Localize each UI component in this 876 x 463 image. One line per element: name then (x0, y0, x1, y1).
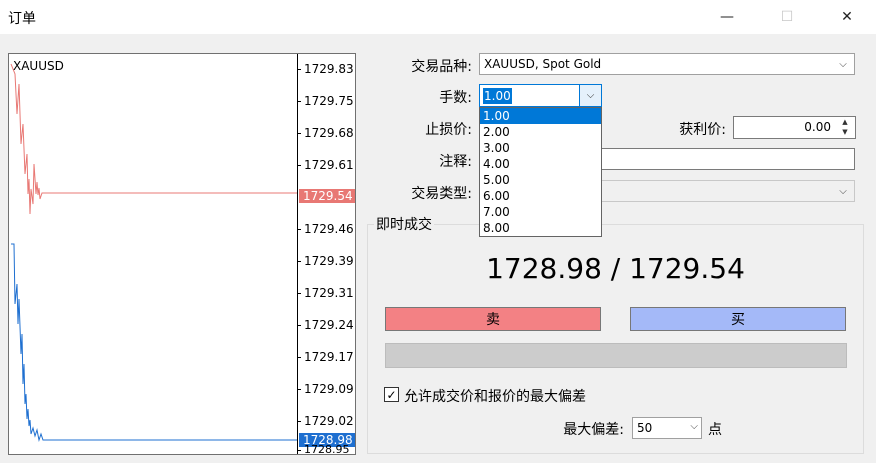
price-tick: 1729.02 (297, 414, 354, 428)
price-tick: 1729.83 (297, 62, 354, 76)
check-icon: ✓ (386, 387, 397, 402)
stop-loss-label: 止损价: (425, 122, 472, 138)
max-deviation-select[interactable]: 50 ⌵ (632, 417, 702, 439)
buy-button[interactable]: 买 (630, 307, 846, 331)
bid-ask-quote: 1728.98 / 1729.54 (486, 252, 745, 285)
price-tick: 1729.31 (297, 286, 354, 300)
price-tick: 1729.09 (297, 382, 354, 396)
volume-label: 手数: (439, 90, 472, 106)
spin-up-icon[interactable]: ▲ (836, 117, 854, 127)
ask-price-tag: 1729.54 (299, 189, 355, 203)
symbol-select[interactable]: XAUUSD, Spot Gold ⌵ (479, 53, 855, 75)
price-tick: 1729.24 (297, 318, 354, 332)
volume-option[interactable]: 2.00 (480, 124, 601, 140)
price-tick: 1729.68 (297, 126, 354, 140)
max-deviation-value: 50 (637, 421, 653, 435)
take-profit-input[interactable]: 0.00 ▲ ▼ (733, 116, 856, 139)
price-tick: 1729.46 (297, 222, 354, 236)
chevron-down-icon: ⌵ (690, 421, 698, 432)
volume-option[interactable]: 3.00 (480, 140, 601, 156)
price-tick: 1729.75 (297, 94, 354, 108)
close-icon[interactable]: ✕ (832, 4, 862, 30)
volume-dropdown: 1.00 2.00 3.00 4.00 5.00 6.00 7.00 8.00 (479, 107, 602, 237)
volume-select[interactable]: 1.00 ⌵ (479, 84, 602, 107)
volume-option[interactable]: 8.00 (480, 220, 601, 236)
volume-option[interactable]: 7.00 (480, 204, 601, 220)
spin-down-icon[interactable]: ▼ (836, 127, 854, 137)
price-tick: 1729.17 (297, 350, 354, 364)
take-profit-value: 0.00 (804, 120, 831, 134)
maximize-icon: ☐ (780, 9, 794, 25)
max-deviation-label: 最大偏差: (563, 422, 624, 438)
price-tick: 1729.61 (297, 158, 354, 172)
chevron-down-icon: ⌵ (839, 185, 847, 197)
symbol-value: XAUUSD, Spot Gold (484, 57, 602, 71)
minimize-icon[interactable]: — (712, 4, 742, 30)
bid-price-line (11, 243, 297, 442)
order-type-label: 交易类型: (411, 186, 472, 202)
tick-chart: XAUUSD 1729.83 1729.75 1729.68 1729.61 1… (8, 53, 356, 456)
allow-deviation-label: 允许成交价和报价的最大偏差 (404, 389, 586, 405)
chevron-down-icon[interactable]: ⌵ (579, 85, 601, 106)
volume-option[interactable]: 4.00 (480, 156, 601, 172)
window-title: 订单 (8, 11, 36, 27)
volume-option[interactable]: 5.00 (480, 172, 601, 188)
price-tick: 1729.39 (297, 254, 354, 268)
tick-chart-plot (10, 63, 297, 442)
price-tick: 1728.95 (297, 443, 350, 456)
group-title: 即时成交 (374, 214, 434, 234)
volume-option[interactable]: 1.00 (480, 108, 601, 124)
price-axis: 1729.83 1729.75 1729.68 1729.61 1729.54 … (297, 54, 356, 456)
symbol-label: 交易品种: (411, 59, 472, 75)
volume-option[interactable]: 6.00 (480, 188, 601, 204)
sell-button[interactable]: 卖 (385, 307, 601, 331)
chart-symbol: XAUUSD (13, 59, 64, 73)
status-bar (385, 343, 847, 368)
title-bar: 订单 — ☐ ✕ (0, 0, 876, 34)
ask-price-line (10, 63, 297, 215)
points-label: 点 (708, 422, 722, 438)
take-profit-label: 获利价: (679, 122, 726, 138)
volume-value: 1.00 (483, 88, 512, 104)
chevron-down-icon: ⌵ (839, 58, 847, 70)
comment-label: 注释: (439, 154, 472, 170)
allow-deviation-checkbox[interactable]: ✓ (384, 387, 399, 402)
